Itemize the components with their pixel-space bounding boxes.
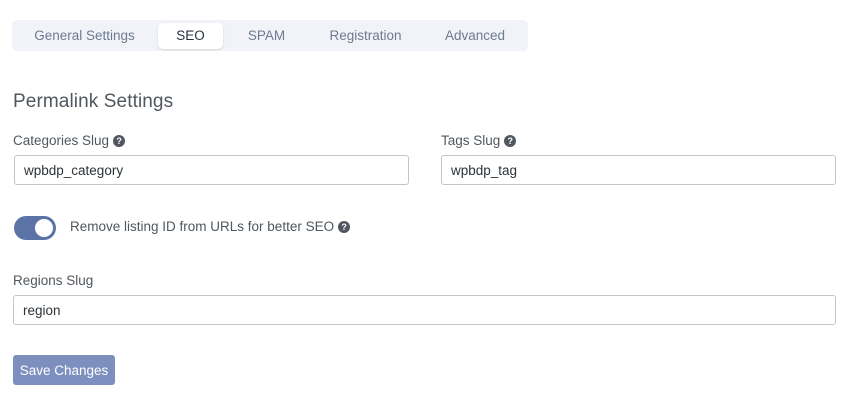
question-circle-icon[interactable]: ? <box>504 134 517 147</box>
save-changes-button[interactable]: Save Changes <box>13 355 115 385</box>
tab-spam[interactable]: SPAM <box>230 23 303 49</box>
tab-advanced[interactable]: Advanced <box>428 23 522 49</box>
toggle-knob <box>35 219 53 237</box>
tab-registration[interactable]: Registration <box>310 23 421 49</box>
categories-slug-input[interactable] <box>14 155 409 185</box>
regions-slug-label-text: Regions Slug <box>13 273 94 288</box>
settings-tab-bar: General Settings SEO SPAM Registration A… <box>12 20 528 51</box>
tab-general-settings[interactable]: General Settings <box>18 23 151 49</box>
question-circle-icon[interactable]: ? <box>338 220 351 233</box>
categories-slug-label: Categories Slug ? <box>13 133 126 148</box>
tab-seo[interactable]: SEO <box>158 23 223 49</box>
regions-slug-label: Regions Slug <box>13 273 93 288</box>
remove-listing-id-label-text: Remove listing ID from URLs for better S… <box>70 219 335 234</box>
tags-slug-label: Tags Slug ? <box>441 133 517 148</box>
question-circle-icon[interactable]: ? <box>113 134 126 147</box>
tags-slug-input[interactable] <box>441 155 836 185</box>
regions-slug-input[interactable] <box>13 295 836 325</box>
tags-slug-label-text: Tags Slug <box>441 133 501 148</box>
categories-slug-label-text: Categories Slug <box>13 133 110 148</box>
remove-listing-id-toggle[interactable] <box>14 216 56 240</box>
remove-listing-id-label: Remove listing ID from URLs for better S… <box>70 219 351 234</box>
section-heading: Permalink Settings <box>13 91 174 112</box>
